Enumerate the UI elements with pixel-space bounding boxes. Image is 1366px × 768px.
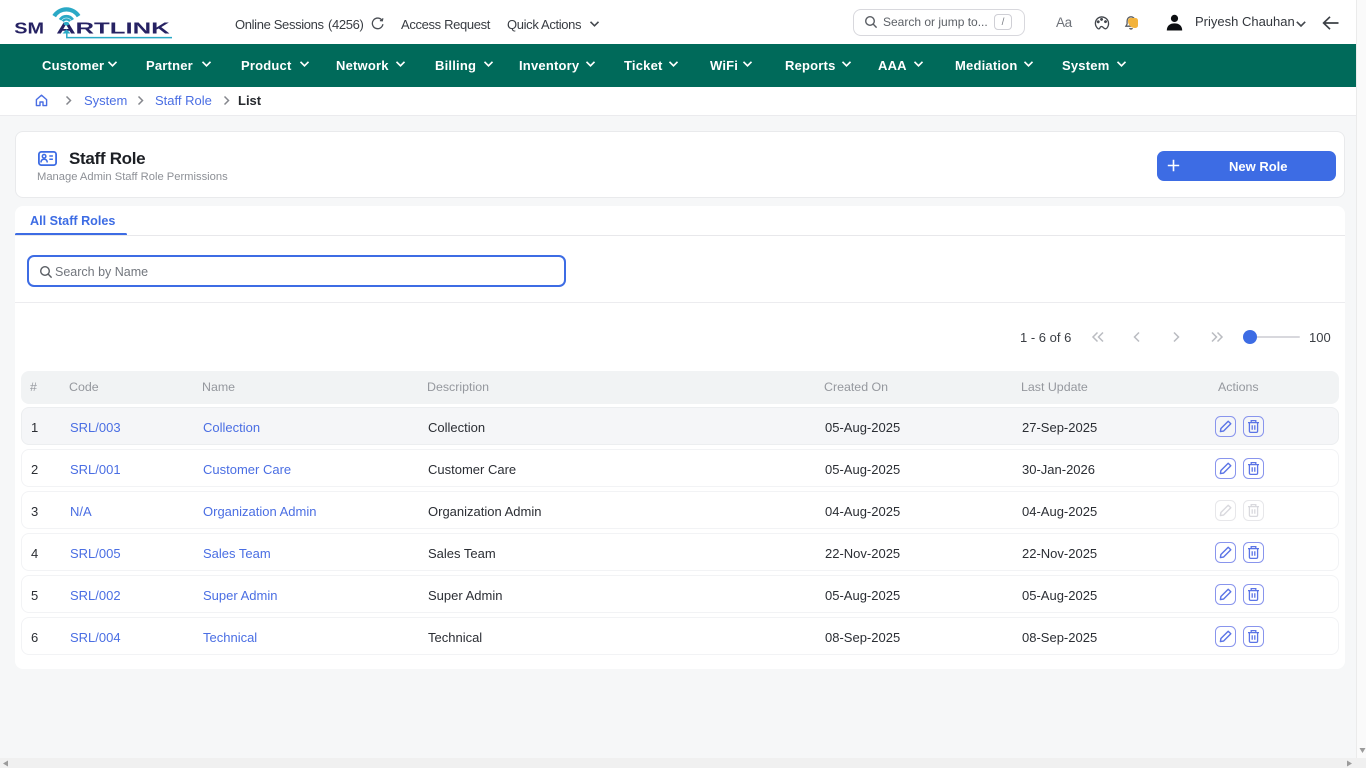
svg-text:RTLINK: RTLINK bbox=[76, 21, 172, 38]
svg-text:SM: SM bbox=[14, 21, 44, 38]
